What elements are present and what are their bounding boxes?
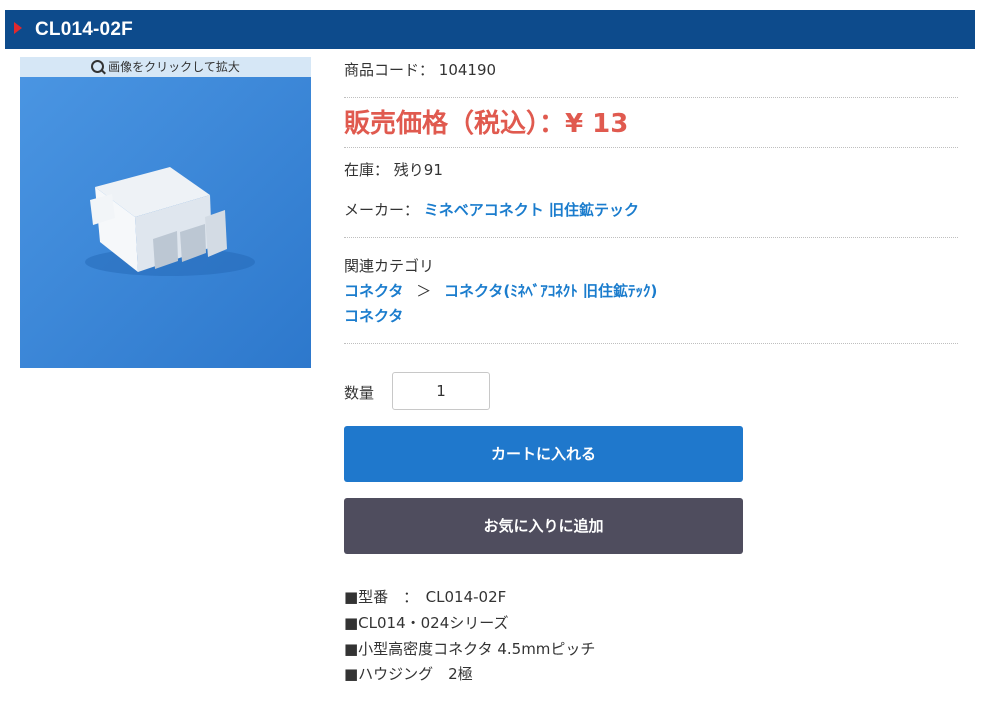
product-code-label: 商品コード： <box>344 61 435 79</box>
breadcrumb-separator: ＞ <box>416 282 432 300</box>
quantity-label: 数量 <box>344 384 375 402</box>
divider <box>344 237 958 238</box>
zoom-hint-label: 画像をクリックして拡大 <box>108 60 240 74</box>
divider <box>344 147 958 148</box>
connector-photo[interactable] <box>20 77 311 368</box>
price: 販売価格（税込）：¥ 13 <box>344 109 629 139</box>
category-link-connector-2[interactable]: コネクタ <box>344 307 403 325</box>
stock-row: 在庫： 残り91 <box>344 159 443 180</box>
zoom-hint[interactable]: 画像をクリックして拡大 <box>20 57 311 77</box>
maker-link[interactable]: ミネベアコネクト 旧住鉱テック <box>424 201 639 219</box>
product-code-row: 商品コード： 104190 <box>344 59 496 80</box>
quantity-input[interactable]: 1 <box>392 372 490 410</box>
divider <box>344 97 958 98</box>
category-second: コネクタ <box>344 305 403 326</box>
add-to-favorites-button[interactable]: お気に入りに追加 <box>344 498 743 554</box>
spec-line: ■ハウジング 2極 <box>344 665 473 683</box>
maker-row: メーカー： ミネベアコネクト 旧住鉱テック <box>344 199 639 220</box>
spec-line: ■型番 ： CL014-02F <box>344 588 507 606</box>
spec-line: ■小型高密度コネクタ 4.5mmピッチ <box>344 640 596 658</box>
divider <box>344 343 958 344</box>
stock-value: 残り91 <box>393 161 443 179</box>
title-arrow-icon <box>14 22 22 34</box>
add-to-cart-button[interactable]: カートに入れる <box>344 426 743 482</box>
category-breadcrumb: コネクタ ＞ コネクタ(ﾐﾈﾍﾞｱｺﾈｸﾄ 旧住鉱ﾃｯｸ) <box>344 280 657 301</box>
product-title-bar: CL014-02F <box>5 10 975 49</box>
product-title: CL014-02F <box>35 19 133 40</box>
category-link-minebea[interactable]: コネクタ(ﾐﾈﾍﾞｱｺﾈｸﾄ 旧住鉱ﾃｯｸ) <box>444 282 657 300</box>
stock-label: 在庫： <box>344 161 390 179</box>
zoom-icon <box>91 60 105 73</box>
product-image[interactable]: 画像をクリックして拡大 <box>20 57 311 368</box>
category-link-connector[interactable]: コネクタ <box>344 282 403 300</box>
spec-line: ■CL014・024シリーズ <box>344 614 509 632</box>
product-code-value: 104190 <box>438 61 497 79</box>
category-label: 関連カテゴリ <box>344 257 435 275</box>
maker-label: メーカー： <box>344 201 420 219</box>
